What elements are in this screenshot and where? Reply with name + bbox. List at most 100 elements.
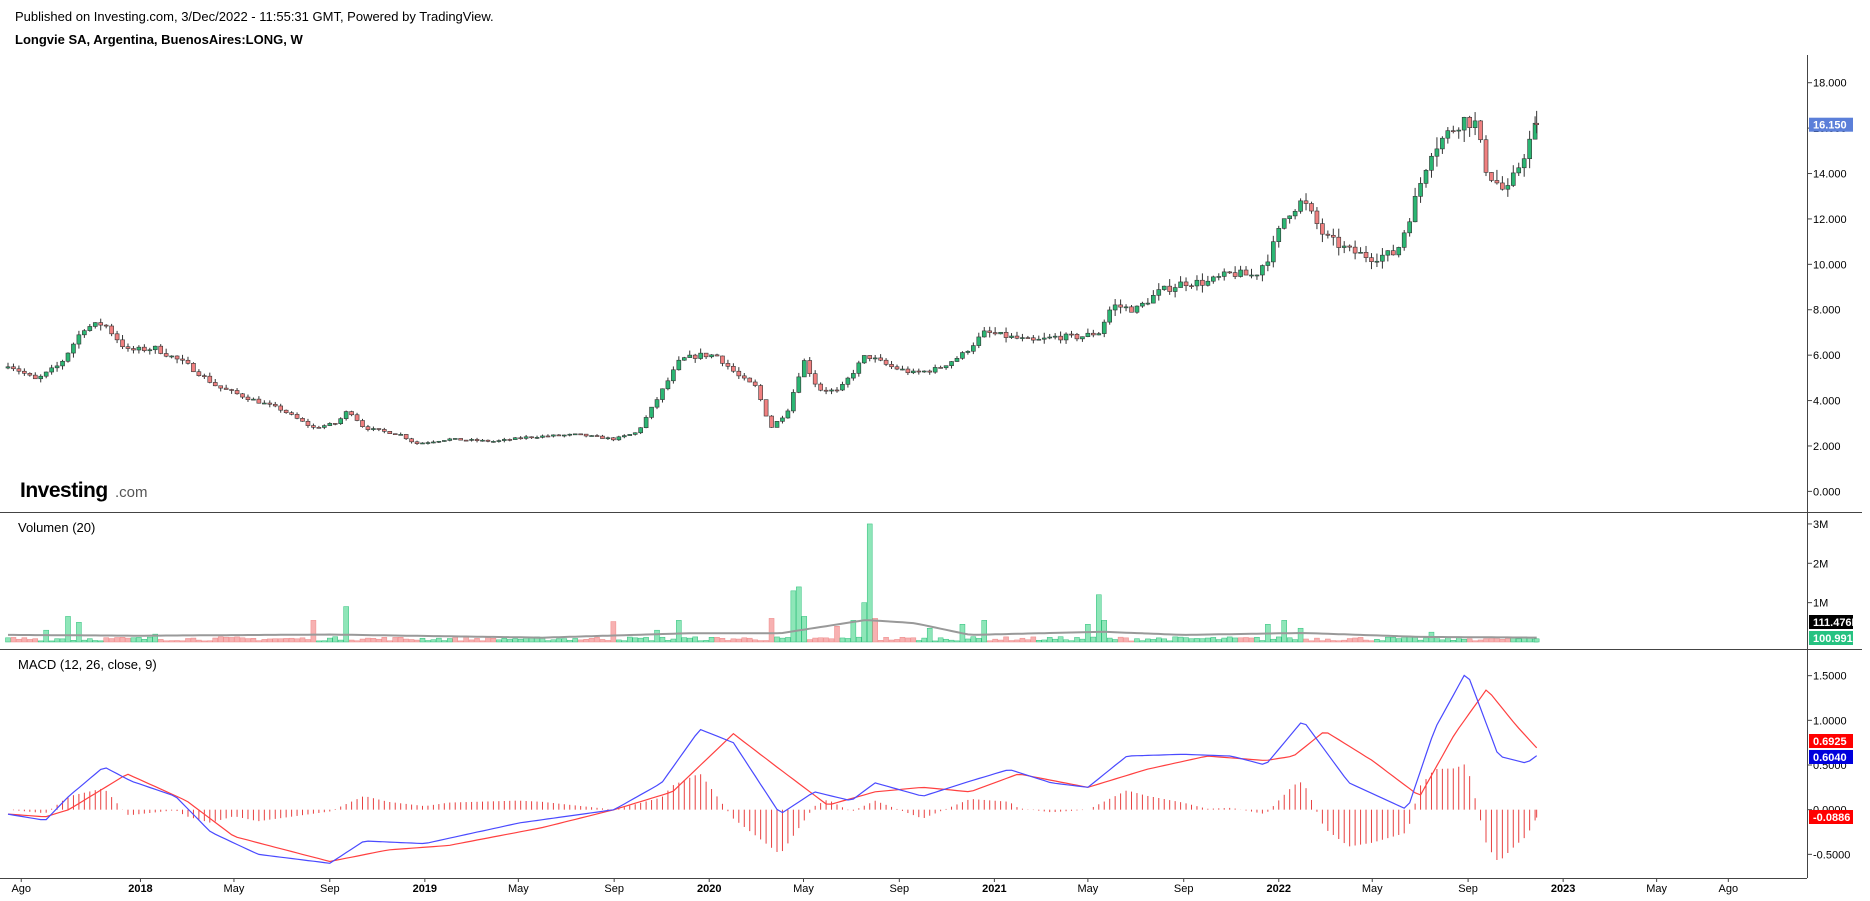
candle-body [785, 410, 791, 419]
volume-bar [1254, 637, 1260, 643]
candle [289, 411, 294, 416]
candle [311, 423, 316, 430]
candle [1085, 328, 1091, 338]
candle-body [1265, 261, 1271, 266]
volume-bar [1172, 636, 1178, 643]
volume-bar [1308, 640, 1315, 643]
candle [1074, 332, 1080, 342]
candle [1091, 329, 1096, 338]
candle [551, 434, 556, 438]
candle [120, 335, 125, 350]
volume-bar [507, 639, 513, 643]
volume-bar [839, 637, 846, 643]
candle-body [5, 366, 11, 369]
volume-bar [490, 638, 497, 643]
candle-body [654, 399, 660, 408]
candle-body [185, 359, 191, 364]
volume-bar [185, 638, 191, 643]
candle [212, 379, 218, 387]
candle-body [1200, 279, 1205, 286]
volume-bar [1134, 638, 1140, 643]
candle [480, 439, 485, 442]
candle [818, 382, 823, 392]
candle [1489, 172, 1494, 183]
candle [202, 373, 207, 379]
candle [436, 440, 442, 444]
candle [196, 369, 202, 377]
candle-body [1456, 129, 1462, 132]
candle [1211, 275, 1216, 284]
candle-body [556, 434, 562, 437]
candle-body [196, 371, 202, 376]
volume-bar [768, 618, 775, 643]
volume-bar [746, 637, 753, 643]
candle-body [867, 355, 873, 359]
candle-body [600, 435, 605, 439]
candle [741, 372, 747, 381]
candle-body [371, 428, 376, 430]
volume-bar [708, 637, 715, 643]
candle-body [1183, 281, 1189, 287]
candle [621, 434, 627, 439]
last-price-badge: 16.150 [1809, 117, 1853, 132]
candle-body [420, 442, 425, 445]
candle-body [1429, 155, 1434, 171]
volume-bar [1057, 636, 1064, 643]
volume-bar [981, 620, 988, 643]
candle-body [294, 414, 300, 419]
volume-bar [610, 621, 617, 643]
y-tick-label: 10.000 [1813, 259, 1847, 271]
volume-bar [1074, 637, 1080, 643]
volume-bar [561, 638, 568, 643]
candle [343, 410, 349, 421]
candle-body [218, 385, 224, 389]
candle-body [109, 325, 114, 335]
x-tick-label: Sep [1458, 883, 1478, 895]
candle-body [660, 388, 665, 400]
candle [960, 351, 965, 360]
volume-bar [1030, 636, 1037, 643]
candle [234, 388, 240, 395]
candle [665, 377, 671, 391]
candle [971, 342, 976, 355]
volume-bar [948, 639, 955, 643]
volume-bar [76, 622, 82, 643]
candle [262, 400, 267, 405]
candle-body [1325, 233, 1331, 236]
candle [867, 355, 873, 362]
candle-body [452, 438, 458, 440]
candle-body [1194, 279, 1200, 287]
candle [1483, 135, 1489, 177]
candle-body [191, 363, 196, 373]
volume-bar [1117, 636, 1124, 643]
x-tick-label: 2023 [1551, 883, 1575, 895]
candle [327, 422, 333, 427]
y-tick-label: 6.000 [1813, 350, 1841, 362]
candle-body [1047, 336, 1052, 339]
candle [769, 415, 774, 428]
candle-body [1407, 221, 1412, 234]
candle [583, 433, 589, 438]
candle-body [938, 367, 943, 369]
candle [1440, 136, 1445, 154]
candle-body [796, 376, 802, 393]
volume-bar [643, 637, 649, 643]
candle [43, 371, 49, 379]
candle [305, 418, 311, 428]
candle [136, 345, 142, 354]
volume-bar [654, 629, 660, 643]
candle [878, 354, 883, 362]
candle-body [212, 382, 218, 387]
time-axis: Ago 2018 May Sep 2019 May Sep 2020 May Sep 2021 May… [11, 878, 1738, 895]
volume-pane-title: Volumen (20) [18, 520, 95, 535]
candle [703, 352, 709, 360]
volume-bar [1205, 637, 1211, 643]
volume-bar [397, 636, 404, 643]
candle-body [114, 333, 120, 341]
candle-body [16, 368, 22, 372]
candle-body [300, 418, 305, 422]
volume-bar [899, 636, 906, 643]
volume-bar [108, 638, 115, 643]
candle-body [82, 330, 87, 336]
chart-canvas[interactable]: 18.00016.00014.00012.00010.0008.0006.000… [0, 0, 1870, 901]
